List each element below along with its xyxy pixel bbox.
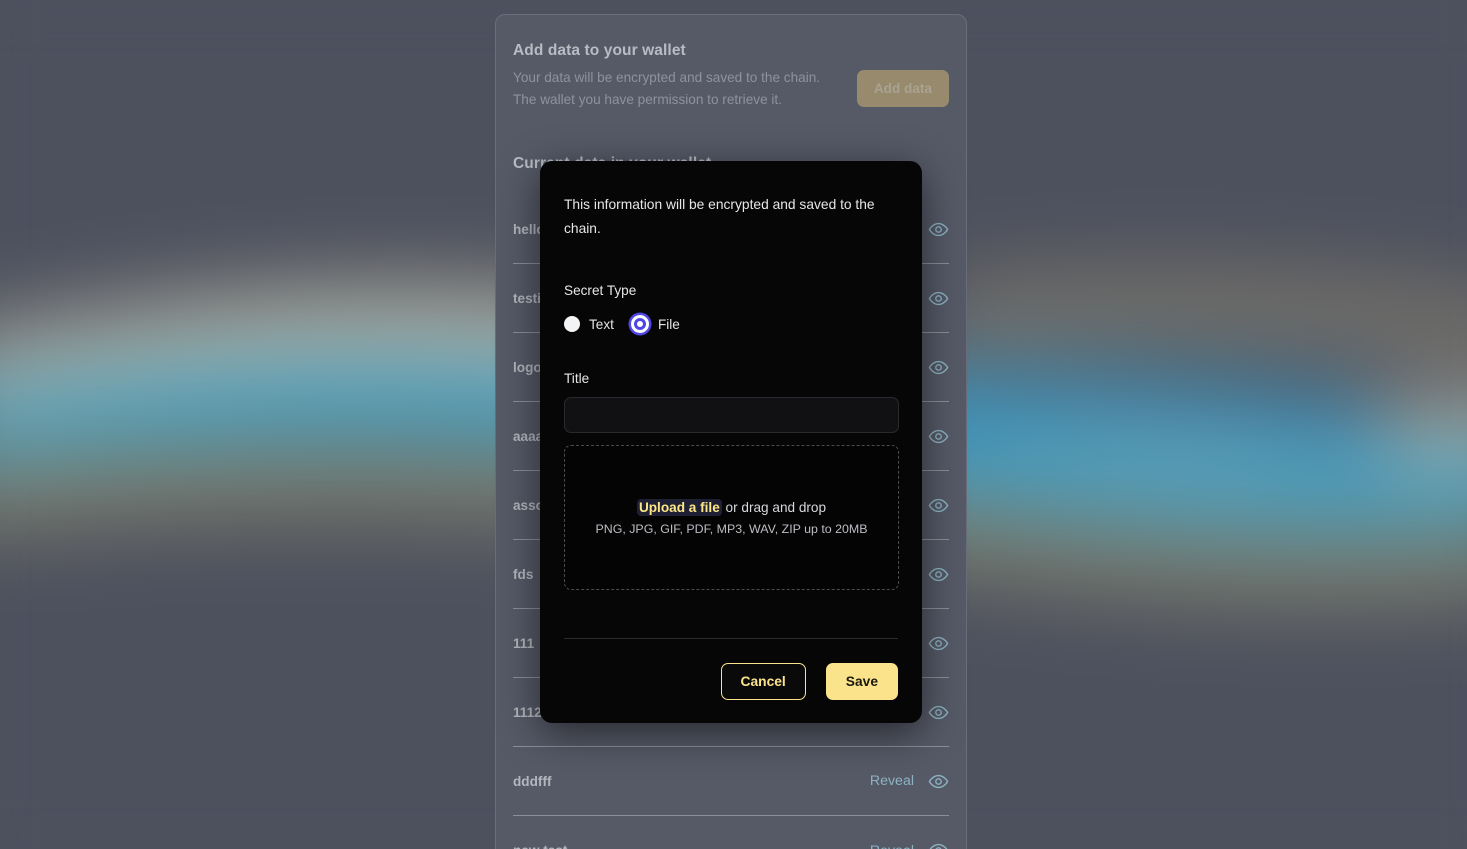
radio-label-text: Text [589,316,614,332]
dropzone-drag-text: or drag and drop [721,499,827,515]
file-dropzone[interactable]: Upload a file or drag and drop PNG, JPG,… [564,445,899,590]
add-secret-modal: This information will be encrypted and s… [540,161,922,723]
title-field-label: Title [564,371,590,386]
title-input[interactable] [564,397,899,433]
radio-label-file: File [657,316,680,332]
modal-overlay: This information will be encrypted and s… [0,0,1467,849]
modal-description: This information will be encrypted and s… [564,197,875,236]
modal-divider [564,638,898,639]
modal-actions: Cancel Save [564,663,898,700]
dropzone-hint-text: PNG, JPG, GIF, PDF, MP3, WAV, ZIP up to … [595,521,868,536]
save-button[interactable]: Save [825,663,898,700]
dropzone-primary-text: Upload a file or drag and drop [636,498,827,516]
secret-type-radio-group: Text File [564,315,898,333]
secret-type-label: Secret Type [564,283,637,298]
radio-dot-text-icon[interactable] [564,316,580,332]
radio-option-text[interactable]: Text [564,316,614,332]
upload-a-file-link[interactable]: Upload a file [636,498,722,516]
cancel-button[interactable]: Cancel [720,663,806,700]
radio-dot-file-icon[interactable] [630,315,649,333]
radio-option-file[interactable]: File [630,315,680,333]
